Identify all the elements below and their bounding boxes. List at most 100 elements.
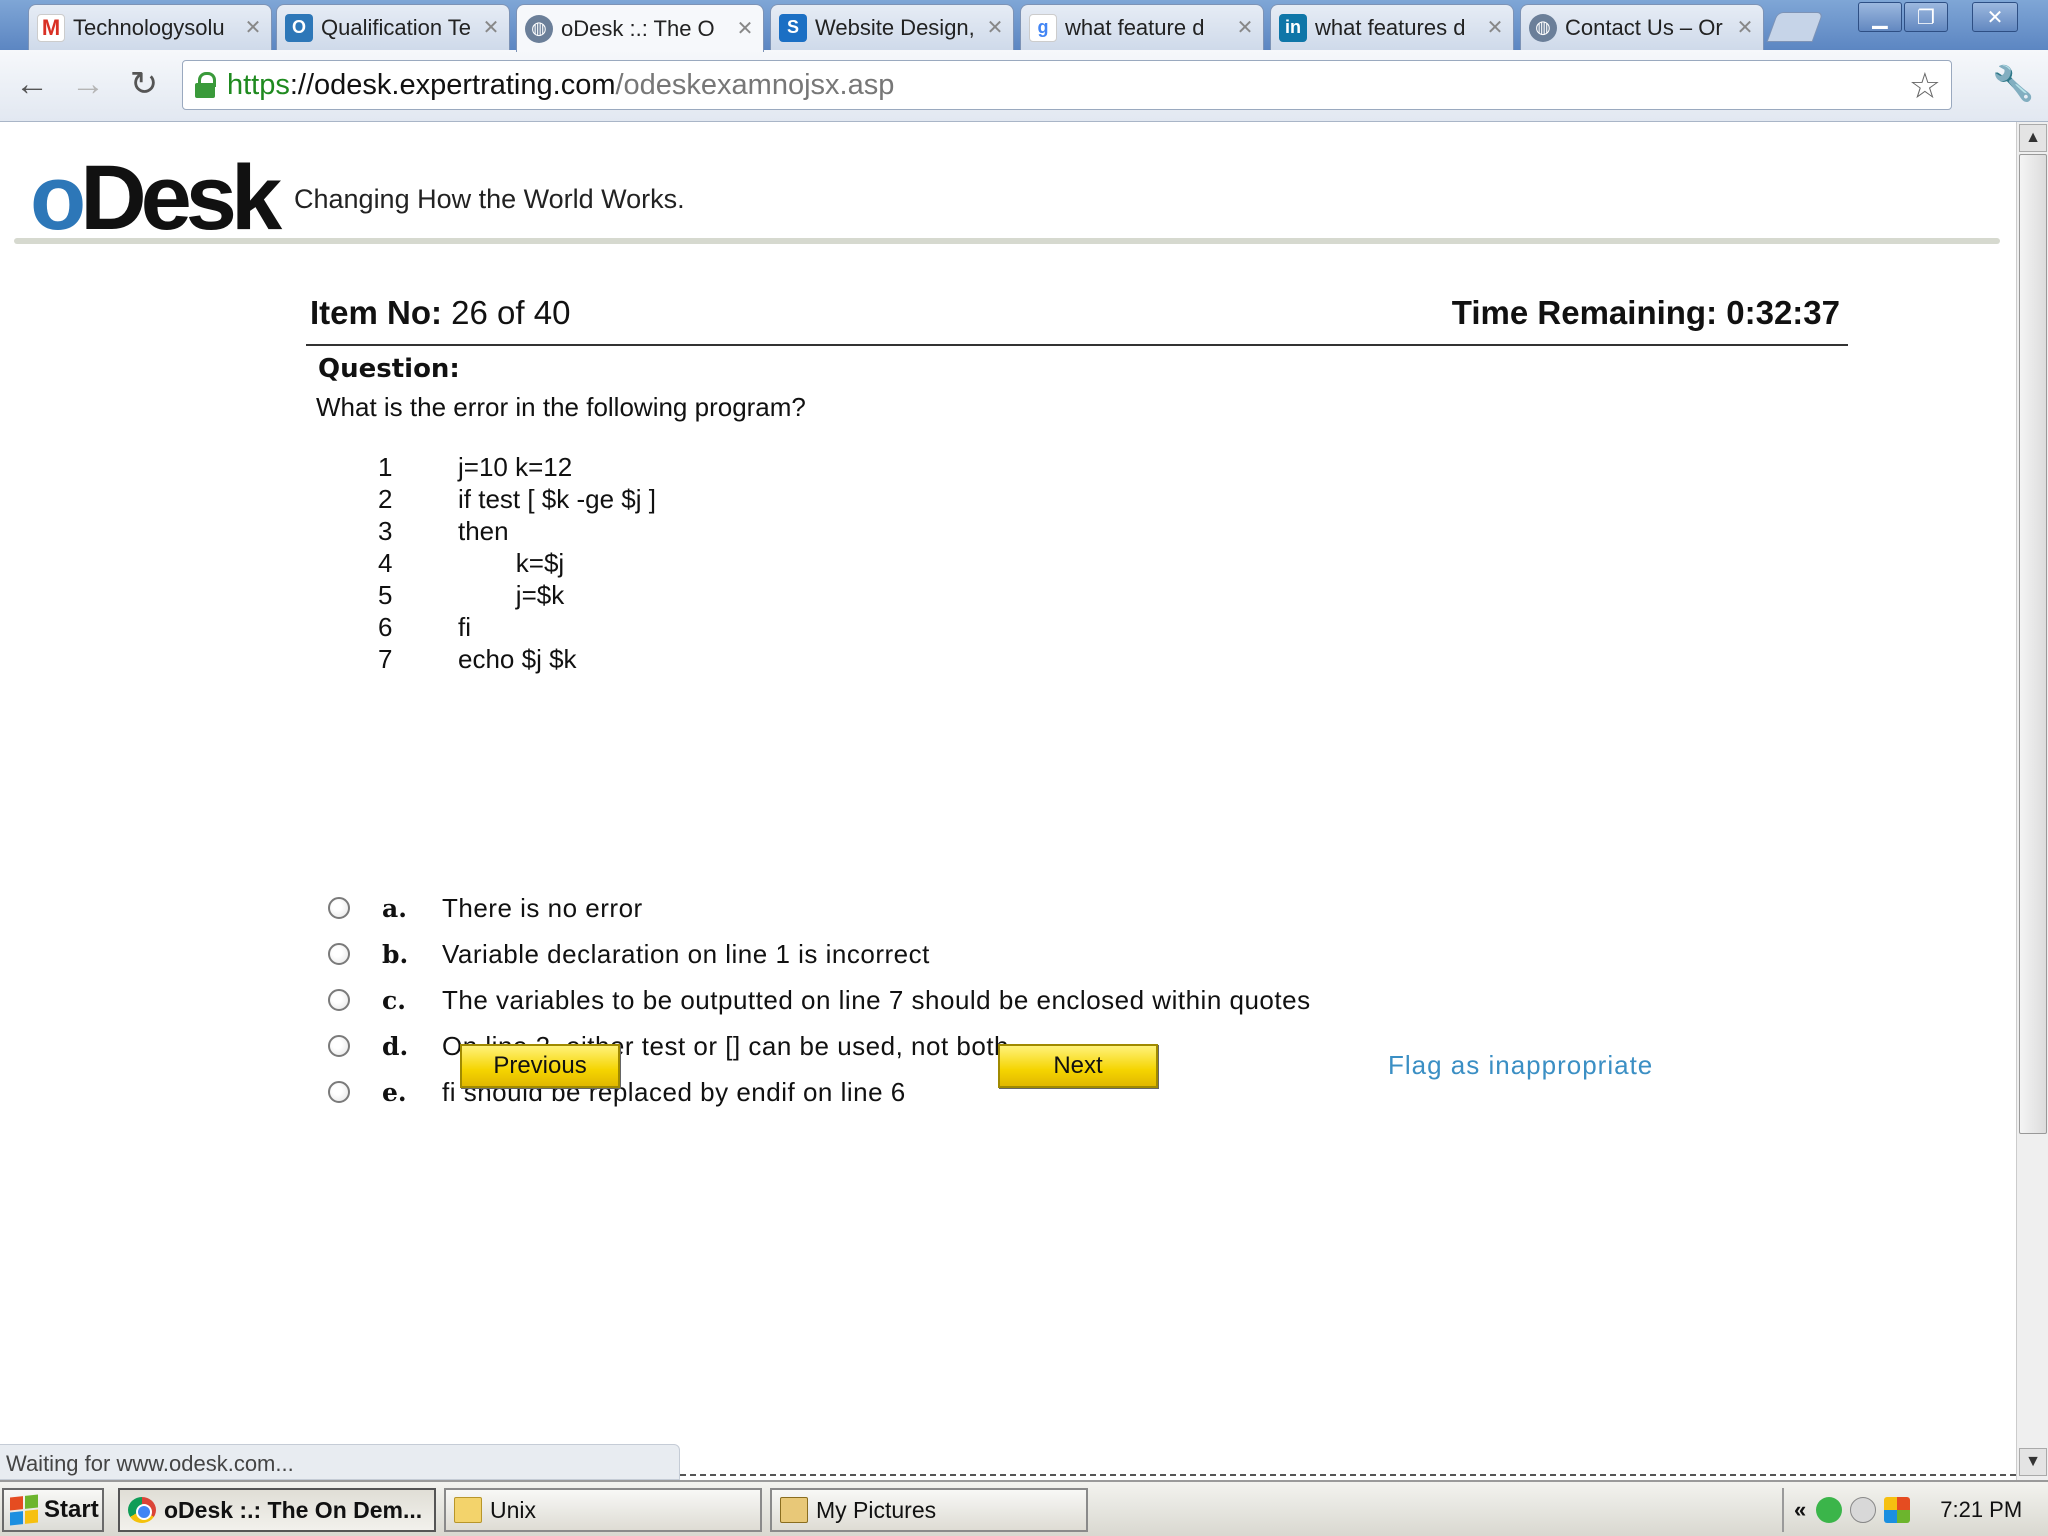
google-icon: g [1029, 13, 1057, 42]
system-tray: « 7:21 PM [1782, 1488, 2046, 1532]
code-line-source: j=10 k=12 [458, 452, 573, 482]
code-line-number: 1 [378, 452, 393, 482]
tab-qualification[interactable]: O Qualification Te ✕ [276, 4, 510, 50]
time-remaining: Time Remaining: 0:32:37 [1452, 294, 1840, 332]
close-icon[interactable]: ✕ [1735, 15, 1755, 40]
option-letter: a. [382, 893, 407, 923]
scroll-down-arrow-icon[interactable]: ▼ [2019, 1448, 2047, 1476]
close-icon[interactable]: ✕ [243, 15, 263, 40]
flag-inappropriate-link[interactable]: Flag as inappropriate [1388, 1050, 1653, 1081]
start-button[interactable]: Start [2, 1488, 104, 1532]
bookmark-star-icon[interactable]: ☆ [1909, 65, 1941, 107]
taskbar-item-label: Unix [490, 1496, 537, 1523]
close-icon[interactable]: ✕ [1485, 15, 1505, 40]
tab-title: what features d [1315, 14, 1466, 40]
radio-button[interactable] [328, 943, 350, 965]
browser-toolbar: ← → ↻ https://odesk.expertrating.com/ode… [0, 50, 2048, 122]
radio-button[interactable] [328, 989, 350, 1011]
code-line-source: fi [458, 612, 471, 642]
tab-google-search[interactable]: g what feature d ✕ [1020, 4, 1264, 50]
scroll-up-arrow-icon[interactable]: ▲ [2019, 124, 2047, 152]
windows-taskbar: Start oDesk :.: The On Dem... Unix My Pi… [0, 1480, 2048, 1536]
close-icon[interactable]: ✕ [985, 15, 1005, 40]
code-line-source: if test [ $k -ge $j ] [458, 484, 656, 514]
globe-icon: ◍ [525, 14, 553, 43]
option-letter: d. [382, 1031, 409, 1061]
tab-title: Qualification Te [321, 14, 472, 40]
code-line-source: echo $j $k [458, 644, 577, 674]
option-letter: b. [382, 939, 409, 969]
next-button[interactable]: Next [998, 1044, 1158, 1088]
taskbar-item-my-pictures[interactable]: My Pictures [770, 1488, 1088, 1532]
browser-tab-strip: M Technologysolu ✕ O Qualification Te ✕ … [0, 0, 2048, 52]
forward-arrow-icon: → [71, 64, 105, 103]
show-hidden-icons-chevron[interactable]: « [1794, 1497, 1806, 1523]
code-line-number: 7 [378, 644, 393, 674]
tab-odesk-active[interactable]: ◍ oDesk :.: The O ✕ [516, 4, 764, 52]
close-icon[interactable]: ✕ [481, 15, 501, 40]
restore-button[interactable]: ❐ [1904, 2, 1948, 32]
url-scheme: https [227, 68, 290, 101]
answer-option-a[interactable]: a. There is no error [328, 888, 643, 928]
close-window-button[interactable]: ✕ [1972, 2, 2018, 32]
new-tab-button[interactable] [1766, 12, 1824, 42]
taskbar-clock[interactable]: 7:21 PM [1940, 1497, 2022, 1523]
answer-option-c[interactable]: c. The variables to be outputted on line… [328, 980, 1311, 1020]
previous-button[interactable]: Previous [460, 1044, 620, 1088]
url-host: ://odesk.expertrating.com [289, 68, 616, 101]
folder-icon [454, 1497, 482, 1523]
windows-flag-icon[interactable] [1884, 1497, 1911, 1523]
security-shield-icon[interactable] [1816, 1497, 1843, 1523]
forward-button[interactable]: → [68, 64, 108, 104]
answer-option-d[interactable]: d. On line 2, either test or [] can be u… [328, 1026, 1009, 1066]
code-line-number: 6 [378, 612, 393, 642]
radio-button[interactable] [328, 897, 350, 919]
tab-title: Website Design, [815, 14, 975, 40]
taskbar-item-unix[interactable]: Unix [444, 1488, 762, 1532]
question-label: Question: [318, 354, 460, 384]
time-label: Time Remaining: [1451, 294, 1718, 331]
taskbar-item-label: oDesk :.: The On Dem... [164, 1496, 423, 1523]
reload-icon: ↻ [129, 65, 159, 103]
tab-title: Technologysolu [73, 14, 225, 40]
code-line-number: 4 [378, 548, 393, 578]
scrollbar-thumb[interactable] [2019, 154, 2047, 1134]
taskbar-item-odesk[interactable]: oDesk :.: The On Dem... [118, 1488, 436, 1532]
close-icon[interactable]: ✕ [735, 16, 755, 41]
reload-button[interactable]: ↻ [124, 64, 164, 104]
status-bubble: Waiting for www.odesk.com... [0, 1444, 680, 1480]
minimize-button[interactable]: ▁ [1858, 2, 1902, 32]
address-bar[interactable]: https://odesk.expertrating.com/odeskexam… [182, 60, 1952, 110]
option-text[interactable]: There is no error [442, 893, 643, 924]
tagline: Changing How the World Works. [294, 184, 685, 214]
option-text[interactable]: The variables to be outputted on line 7 … [442, 985, 1311, 1016]
time-value: 0:32:37 [1726, 294, 1840, 331]
tab-contact-us[interactable]: ◍ Contact Us – Or ✕ [1520, 4, 1764, 50]
lock-icon [195, 72, 217, 98]
option-letter: c. [382, 985, 406, 1015]
vertical-scrollbar[interactable]: ▲ ▼ [2016, 122, 2048, 1480]
item-value: 26 of 40 [451, 294, 571, 331]
chat-bubble-icon[interactable] [1850, 1497, 1877, 1523]
close-icon[interactable]: ✕ [1235, 15, 1255, 40]
pictures-folder-icon [780, 1497, 808, 1523]
item-number: Item No: 26 of 40 [310, 294, 570, 332]
radio-button[interactable] [328, 1081, 350, 1103]
back-button[interactable]: ← [12, 64, 52, 104]
page-content: oDesk Changing How the World Works. Item… [0, 122, 2016, 1444]
status-divider [680, 1474, 2016, 1478]
taskbar-item-label: My Pictures [816, 1496, 937, 1523]
radio-button[interactable] [328, 1035, 350, 1057]
code-line-number: 5 [378, 580, 393, 610]
gmail-icon: M [37, 13, 65, 42]
website-s-icon: S [779, 13, 807, 42]
tab-website-design[interactable]: S Website Design, ✕ [770, 4, 1014, 50]
option-text[interactable]: Variable declaration on line 1 is incorr… [442, 939, 930, 970]
start-label: Start [44, 1496, 99, 1523]
tab-linkedin[interactable]: in what features d ✕ [1270, 4, 1514, 50]
item-label: Item No: [310, 294, 442, 331]
odesk-logo: oDesk [30, 152, 282, 244]
wrench-menu-icon[interactable]: 🔧 [1992, 64, 2034, 104]
tab-gmail[interactable]: M Technologysolu ✕ [28, 4, 272, 50]
answer-option-b[interactable]: b. Variable declaration on line 1 is inc… [328, 934, 930, 974]
